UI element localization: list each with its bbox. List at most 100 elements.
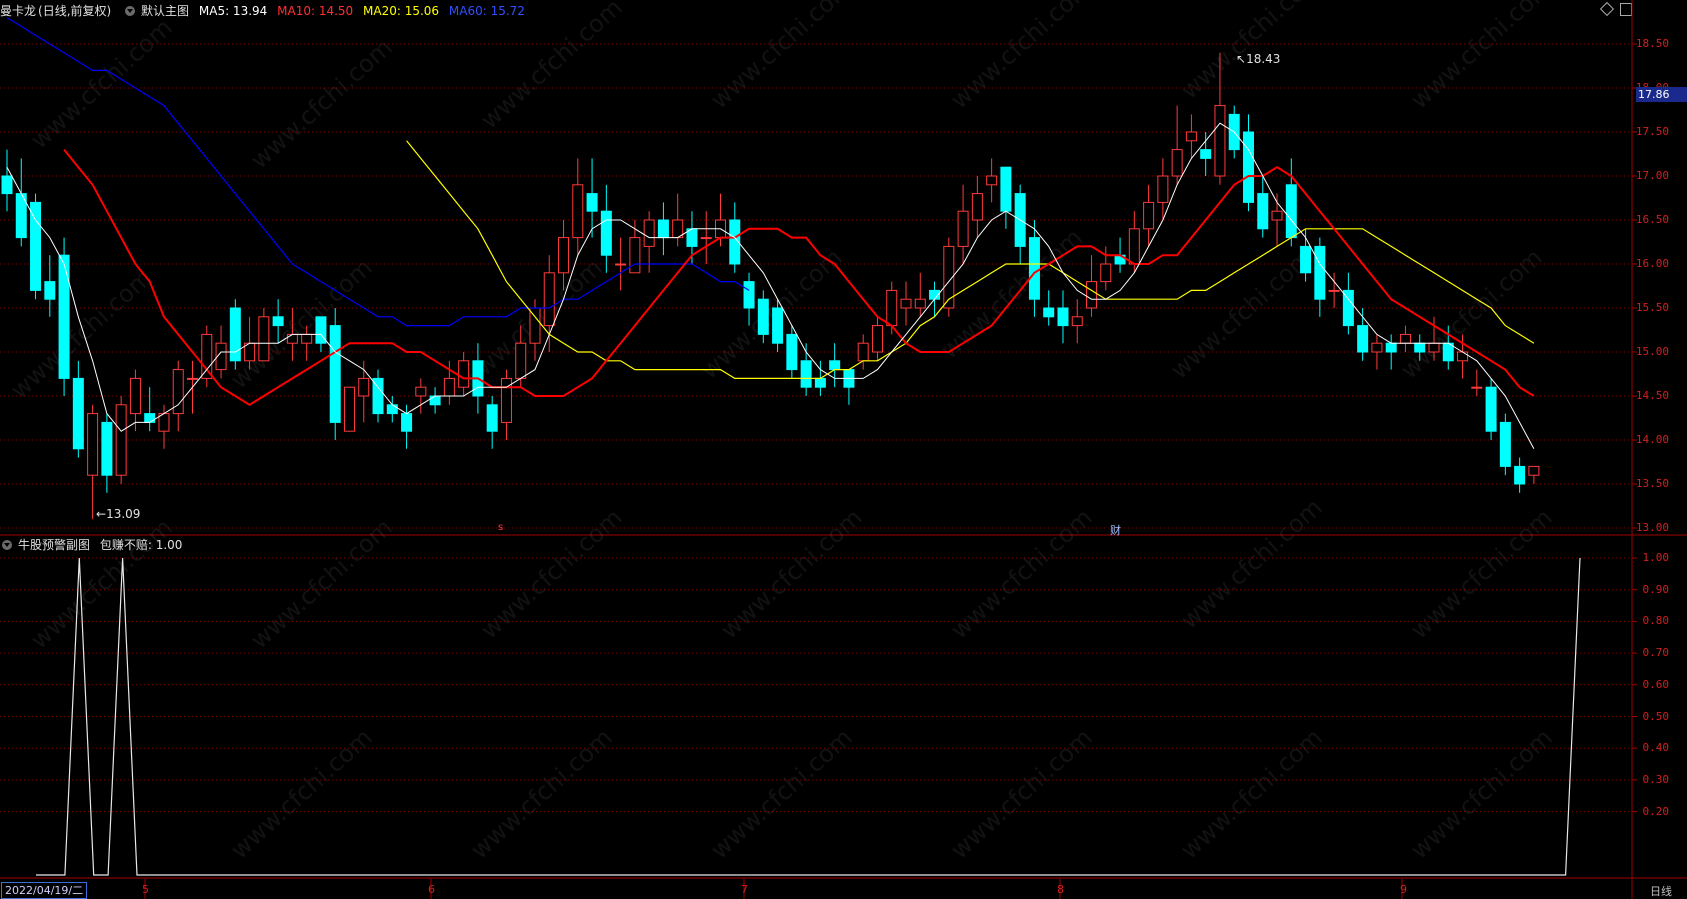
candle-body xyxy=(572,184,584,239)
candle[interactable] xyxy=(172,360,184,432)
candle[interactable] xyxy=(1200,132,1212,176)
candle-body xyxy=(657,219,669,239)
candle[interactable] xyxy=(543,255,555,352)
candle[interactable] xyxy=(87,404,99,520)
candle[interactable] xyxy=(572,158,584,256)
candle[interactable] xyxy=(786,325,798,379)
month-label: 9 xyxy=(1400,883,1407,896)
candle-body xyxy=(415,386,427,397)
candle[interactable] xyxy=(429,387,441,414)
candle[interactable] xyxy=(115,396,127,484)
candle[interactable] xyxy=(986,158,998,203)
candle[interactable] xyxy=(971,176,983,238)
candle[interactable] xyxy=(672,193,684,247)
candle-body xyxy=(72,377,84,450)
candle[interactable] xyxy=(1499,413,1511,476)
candle[interactable] xyxy=(1514,457,1526,493)
candle[interactable] xyxy=(458,352,470,396)
watermark-text: www.cfchi.com xyxy=(945,503,1097,644)
candle-body xyxy=(329,325,341,423)
candle[interactable] xyxy=(58,237,70,396)
candle[interactable] xyxy=(1171,105,1183,185)
candle[interactable] xyxy=(486,396,498,449)
candle-body xyxy=(58,254,70,379)
candle[interactable] xyxy=(1528,465,1540,484)
candle-body xyxy=(1357,325,1369,353)
candle[interactable] xyxy=(1143,184,1155,247)
candle[interactable] xyxy=(30,193,42,300)
candle[interactable] xyxy=(1071,299,1083,344)
candle[interactable] xyxy=(843,369,855,405)
candle-body xyxy=(443,377,455,397)
candle-body xyxy=(1171,149,1183,177)
candle-body xyxy=(615,263,627,266)
candle[interactable] xyxy=(229,299,241,370)
candle-body xyxy=(87,413,99,476)
candle-body xyxy=(229,307,241,362)
candle[interactable] xyxy=(871,316,883,361)
candle[interactable] xyxy=(1185,114,1197,159)
candle[interactable] xyxy=(1471,369,1483,396)
candle-body xyxy=(201,333,213,379)
candle[interactable] xyxy=(957,184,969,264)
candle[interactable] xyxy=(586,158,598,238)
candle[interactable] xyxy=(329,308,341,440)
candle[interactable] xyxy=(415,378,427,414)
candle[interactable] xyxy=(1028,220,1040,317)
low-value: 13.09 xyxy=(106,507,141,521)
candle[interactable] xyxy=(1242,114,1254,212)
candle-body xyxy=(358,377,370,397)
candle[interactable] xyxy=(258,308,270,362)
candle[interactable] xyxy=(144,387,156,432)
candle[interactable] xyxy=(1485,378,1497,440)
candle[interactable] xyxy=(1257,176,1269,238)
candle[interactable] xyxy=(829,343,841,388)
candle[interactable] xyxy=(1371,334,1383,370)
candle[interactable] xyxy=(101,413,113,493)
candle[interactable] xyxy=(900,281,912,326)
candle[interactable] xyxy=(1285,158,1297,247)
candle-body xyxy=(429,395,441,406)
candle[interactable] xyxy=(914,272,926,317)
watermark-text: www.cfchi.com xyxy=(475,0,627,134)
candle[interactable] xyxy=(500,369,512,440)
candle-body xyxy=(44,281,56,300)
candle[interactable] xyxy=(1057,290,1069,344)
period-label[interactable]: 日线 xyxy=(1650,883,1672,899)
price-chart[interactable]: www.cfchi.com www.cfchi.com www.cfchi.com w… xyxy=(0,0,1687,899)
candle-body xyxy=(386,404,398,415)
candle[interactable] xyxy=(72,360,84,458)
candle-body xyxy=(144,413,156,423)
candle[interactable] xyxy=(700,211,712,264)
candle-body xyxy=(1043,307,1055,318)
candle[interactable] xyxy=(1357,308,1369,361)
high-annotation: ↖18.43 xyxy=(1236,52,1280,66)
candle[interactable] xyxy=(615,237,627,291)
candle[interactable] xyxy=(201,325,213,388)
candle-body xyxy=(1000,166,1012,212)
price-tick-label: 15.50 xyxy=(1635,301,1669,314)
indicator-tick-label: 0.70 xyxy=(1642,646,1670,660)
candle[interactable] xyxy=(343,386,355,432)
month-label: 6 xyxy=(428,883,435,896)
candle[interactable] xyxy=(1000,166,1012,229)
candle[interactable] xyxy=(857,334,869,370)
event-marker-s[interactable]: s xyxy=(498,522,503,533)
candle[interactable] xyxy=(372,369,384,423)
candle-body xyxy=(1485,386,1497,432)
candle-body xyxy=(1314,245,1326,300)
candle[interactable] xyxy=(629,220,641,274)
candle[interactable] xyxy=(1043,290,1055,326)
candle-body xyxy=(458,360,470,388)
event-marker-cai[interactable]: 财 xyxy=(1110,522,1121,538)
candle[interactable] xyxy=(1314,237,1326,317)
candle[interactable] xyxy=(1014,184,1026,264)
candle[interactable] xyxy=(657,202,669,256)
candle[interactable] xyxy=(15,158,27,247)
candle[interactable] xyxy=(1399,325,1411,352)
candle-body xyxy=(301,333,313,344)
candle[interactable] xyxy=(600,184,612,273)
candle[interactable] xyxy=(1,149,13,212)
candle[interactable] xyxy=(44,255,56,317)
price-tick-label: 14.50 xyxy=(1635,389,1669,402)
